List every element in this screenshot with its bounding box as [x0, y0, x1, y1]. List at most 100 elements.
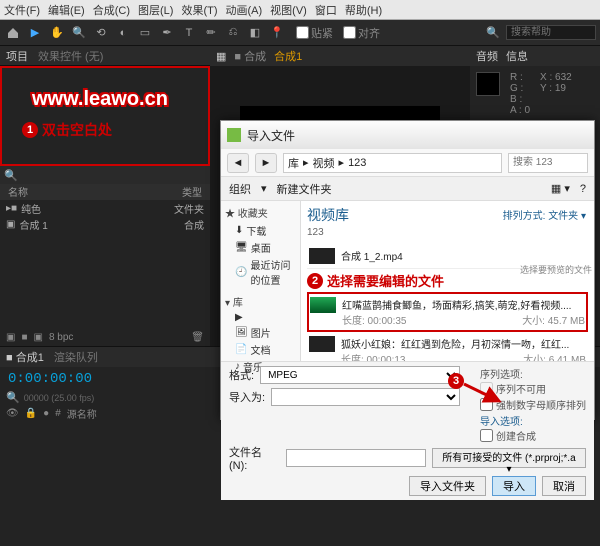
zoom-tool-icon[interactable]: 🔍 [70, 24, 88, 42]
filename-input[interactable] [286, 449, 426, 467]
trash-icon[interactable]: 🗑 [191, 332, 204, 343]
arrange-by[interactable]: 排列方式: 文件夹 ▾ [503, 207, 586, 222]
menu-file[interactable]: 文件(F) [4, 2, 40, 18]
dialog-search-input[interactable] [508, 153, 588, 173]
organize-button[interactable]: 组织 [229, 181, 251, 197]
filetype-select[interactable]: 所有可接受的文件 (*.prproj;*.a ▾ [432, 448, 586, 468]
import-button[interactable]: 导入 [492, 476, 536, 496]
tab-info[interactable]: 信息 [506, 48, 528, 64]
tab-effect-controls[interactable]: 效果控件 (无) [38, 48, 103, 64]
path-breadcrumb[interactable]: 库 ▸ 视频 ▸ 123 [283, 153, 502, 173]
rotate-tool-icon[interactable]: ◐ [114, 24, 132, 42]
search-help-input[interactable] [506, 25, 596, 40]
import-folder-button[interactable]: 导入文件夹 [409, 476, 486, 496]
pen-tool-icon[interactable]: ✒ [158, 24, 176, 42]
nav-fwd-button[interactable]: ► [255, 153, 277, 173]
import-as-label: 导入为: [229, 389, 265, 405]
new-comp-icon[interactable]: ▣ [34, 332, 43, 343]
menubar: 文件(F) 编辑(E) 合成(C) 图层(L) 效果(T) 动画(A) 视图(V… [0, 0, 600, 20]
puppet-tool-icon[interactable]: 📍 [268, 24, 286, 42]
search-icon[interactable]: 🔍 [4, 169, 18, 182]
filename-label: 文件名(N): [229, 444, 280, 472]
sidebar-videos[interactable]: ▶ [225, 311, 296, 324]
sidebar-pictures[interactable]: 🖼图片 [225, 324, 296, 341]
project-item-comp[interactable]: ▣ 合成 1 合成 [0, 216, 210, 232]
eraser-tool-icon[interactable]: ◧ [246, 24, 264, 42]
rect-tool-icon[interactable]: ▭ [136, 24, 154, 42]
info-y: Y : 19 [540, 83, 572, 94]
video-icon: ▶ [235, 312, 243, 323]
tab-timeline-comp[interactable]: ■ 合成1 [6, 349, 44, 365]
menu-anim[interactable]: 动画(A) [226, 2, 263, 18]
selection-tool-icon[interactable]: ▶ [26, 24, 44, 42]
project-item-folder[interactable]: ▸■ 纯色 文件夹 [0, 200, 210, 216]
menu-comp[interactable]: 合成(C) [93, 2, 130, 18]
snapping-toggle[interactable]: 贴紧 [296, 25, 333, 41]
sidebar-desktop[interactable]: 🖥桌面 [225, 239, 296, 256]
view-icon[interactable]: ▦ ▾ [551, 182, 570, 195]
video-thumb-icon [309, 336, 335, 352]
import-options-link[interactable]: 导入选项: [480, 413, 586, 428]
col-type: 类型 [182, 184, 202, 200]
tab-audio[interactable]: 音频 [476, 48, 498, 64]
help-icon[interactable]: ? [580, 183, 586, 195]
menu-view[interactable]: 视图(V) [270, 2, 307, 18]
info-a: A : 0 [510, 105, 530, 116]
color-swatch [476, 72, 500, 96]
file-item[interactable]: 狐妖小红娘：红红遇到危险，月初深情一吻，红红... 长度: 00:00:13大小… [307, 332, 588, 361]
project-bin-area[interactable]: www.leawo.cn [0, 66, 210, 166]
import-as-select[interactable] [271, 388, 460, 406]
home-icon[interactable] [4, 24, 22, 42]
step3-badge: 3 [448, 373, 464, 389]
col-name: 名称 [8, 184, 28, 200]
hand-tool-icon[interactable]: ✋ [48, 24, 66, 42]
menu-help[interactable]: 帮助(H) [345, 2, 382, 18]
opt-force-alpha[interactable]: 强制数字母顺序排列 [480, 397, 586, 412]
opt-create-comp[interactable]: 创建合成 [480, 428, 586, 443]
search-icon: 🔍 [484, 24, 502, 42]
new-folder-icon[interactable]: ■ [21, 332, 27, 343]
info-r: R : [510, 72, 530, 83]
new-folder-button[interactable]: 新建文件夹 [277, 181, 332, 197]
dialog-sidebar: ★ 收藏夹 ⬇下载 🖥桌面 🕘最近访问的位置 ▾ 库 ▶ 🖼图片 📄文档 ♪音乐 [221, 201, 301, 361]
layer-icon[interactable]: ▦ [216, 50, 226, 63]
project-panel: 项目 效果控件 (无) www.leawo.cn 🔍 名称 类型 ▸■ 纯色 文… [0, 46, 210, 346]
file-item-selected[interactable]: 红嘴蓝鹊捕食鲫鱼，场面精彩,搞笑,萌宠,好看视频.... 长度: 00:00:3… [307, 292, 588, 332]
stamp-tool-icon[interactable]: ⎌ [224, 24, 242, 42]
format-select[interactable]: MPEG [260, 366, 460, 384]
library-sub: 123 [307, 227, 588, 238]
menu-edit[interactable]: 编辑(E) [48, 2, 85, 18]
watermark-text: www.leawo.cn [32, 88, 168, 111]
comp-icon: ▣ [6, 219, 15, 230]
tab-comp-active[interactable]: 合成1 [274, 48, 302, 64]
nav-back-button[interactable]: ◄ [227, 153, 249, 173]
tab-project[interactable]: 项目 [6, 48, 28, 64]
interpret-icon[interactable]: ▣ [6, 332, 15, 343]
sidebar-documents[interactable]: 📄文档 [225, 341, 296, 358]
brush-tool-icon[interactable]: ✏ [202, 24, 220, 42]
orbit-tool-icon[interactable]: ⟲ [92, 24, 110, 42]
step1-badge: 1 [22, 122, 38, 138]
recent-icon: 🕘 [235, 267, 247, 278]
search-icon[interactable]: 🔍 [6, 391, 20, 404]
cancel-button[interactable]: 取消 [542, 476, 586, 496]
info-x: X : 632 [540, 72, 572, 83]
text-tool-icon[interactable]: T [180, 24, 198, 42]
preview-hint: 选择要预览的文件 [520, 263, 592, 276]
tab-render-queue[interactable]: 渲染队列 [54, 349, 98, 365]
opt-seq-unavailable: 序列不可用 [480, 381, 586, 396]
toolbar: ▶ ✋ 🔍 ⟲ ◐ ▭ ✒ T ✏ ⎌ ◧ 📍 贴紧 对齐 🔍 [0, 20, 600, 46]
tab-comp-viewer[interactable]: ■ 合成 [234, 48, 266, 64]
annotation-step1: 1 双击空白处 [22, 120, 112, 140]
sidebar-libraries: ▾ 库 [225, 294, 296, 309]
menu-effect[interactable]: 效果(T) [181, 2, 217, 18]
sidebar-downloads[interactable]: ⬇下载 [225, 222, 296, 239]
menu-window[interactable]: 窗口 [315, 2, 337, 18]
sidebar-recent[interactable]: 🕘最近访问的位置 [225, 256, 296, 288]
seq-options-label: 序列选项: [480, 366, 586, 381]
lock-icon[interactable]: 🔒 [25, 408, 37, 419]
menu-layer[interactable]: 图层(L) [138, 2, 173, 18]
import-dialog: 导入文件 ◄ ► 库 ▸ 视频 ▸ 123 组织 ▾ 新建文件夹 ▦ ▾ ? ★… [220, 120, 595, 420]
eye-icon[interactable]: 👁 [6, 408, 19, 419]
align-toggle[interactable]: 对齐 [343, 25, 380, 41]
